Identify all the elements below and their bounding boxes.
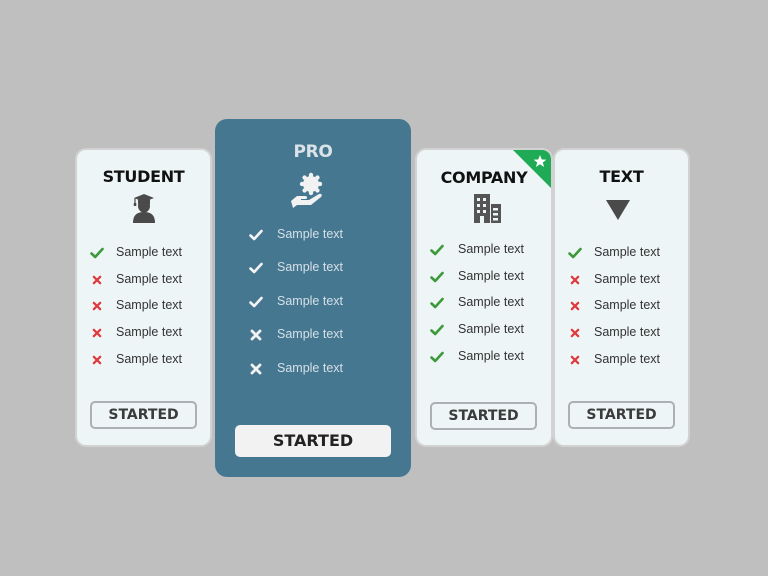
check-icon: [249, 261, 263, 275]
check-icon: [430, 323, 444, 337]
feature-text: Sample text: [277, 293, 344, 308]
feature-item: Sample text: [555, 352, 688, 368]
started-button[interactable]: STARTED: [235, 425, 391, 457]
feature-item: Sample text: [555, 298, 688, 314]
plan-card-company: COMPANY Sample text Sample text Sample tex…: [417, 150, 551, 445]
feature-text: Sample text: [277, 260, 344, 275]
feature-item: Sample text: [555, 272, 688, 288]
plan-card-text: TEXT Sample text Sample text Sample text Sa…: [555, 150, 688, 445]
triangle-down-icon: [606, 200, 630, 220]
feature-item: Sample text: [555, 325, 688, 341]
feature-text: Sample text: [458, 268, 525, 283]
cross-icon: [91, 301, 102, 312]
feature-item: Sample text: [417, 295, 551, 311]
cross-icon: [569, 274, 580, 285]
feature-text: Sample text: [458, 322, 525, 337]
feature-item: Sample text: [215, 327, 411, 343]
feature-text: Sample text: [458, 295, 525, 310]
cross-icon: [569, 301, 580, 312]
started-button[interactable]: STARTED: [90, 401, 197, 429]
cross-icon: [249, 362, 263, 376]
cross-icon: [569, 354, 580, 365]
feature-text: Sample text: [594, 271, 661, 286]
check-icon: [430, 243, 444, 257]
feature-item: Sample text: [215, 260, 411, 276]
plan-title: TEXT: [599, 167, 644, 186]
feature-text: Sample text: [594, 325, 661, 340]
feature-text: Sample text: [116, 298, 183, 313]
feature-text: Sample text: [458, 348, 525, 363]
check-icon: [90, 246, 104, 260]
feature-text: Sample text: [277, 327, 344, 342]
feature-item: Sample text: [77, 245, 210, 261]
feature-item: Sample text: [77, 352, 210, 368]
started-button[interactable]: STARTED: [430, 402, 537, 430]
cross-icon: [249, 328, 263, 342]
feature-text: Sample text: [594, 351, 661, 366]
building-icon: [472, 193, 504, 223]
feature-text: Sample text: [277, 227, 344, 241]
plan-card-pro: PRO Sample text Sample text Sample text Sam…: [215, 119, 411, 477]
feature-item: Sample text: [215, 361, 411, 377]
feature-item: Sample text: [215, 227, 411, 243]
feature-item: Sample text: [215, 294, 411, 310]
feature-item: Sample text: [417, 349, 551, 365]
hand-gear-icon: [289, 171, 329, 211]
cross-icon: [569, 327, 580, 338]
check-icon: [568, 246, 582, 260]
feature-text: Sample text: [116, 271, 183, 286]
feature-text: Sample text: [116, 245, 183, 259]
feature-text: Sample text: [277, 360, 344, 375]
feature-text: Sample text: [594, 245, 661, 259]
feature-text: Sample text: [116, 351, 183, 366]
check-icon: [430, 296, 444, 310]
check-icon: [430, 270, 444, 284]
check-icon: [249, 295, 263, 309]
feature-text: Sample text: [116, 325, 183, 340]
feature-item: Sample text: [77, 272, 210, 288]
check-icon: [249, 228, 263, 242]
feature-item: Sample text: [417, 242, 551, 258]
graduate-icon: [131, 193, 157, 223]
feature-item: Sample text: [417, 322, 551, 338]
plan-title: STUDENT: [102, 167, 185, 186]
feature-text: Sample text: [458, 242, 525, 256]
plan-title: COMPANY: [440, 168, 528, 187]
cross-icon: [91, 327, 102, 338]
started-button[interactable]: STARTED: [568, 401, 675, 429]
feature-item: Sample text: [417, 269, 551, 285]
feature-item: Sample text: [77, 325, 210, 341]
plan-card-student: STUDENT Sample text Sample text Sample tex…: [77, 150, 210, 445]
feature-item: Sample text: [77, 298, 210, 314]
cross-icon: [91, 354, 102, 365]
feature-item: Sample text: [555, 245, 688, 261]
plan-title: PRO: [293, 142, 333, 162]
check-icon: [430, 350, 444, 364]
cross-icon: [91, 274, 102, 285]
feature-text: Sample text: [594, 298, 661, 313]
